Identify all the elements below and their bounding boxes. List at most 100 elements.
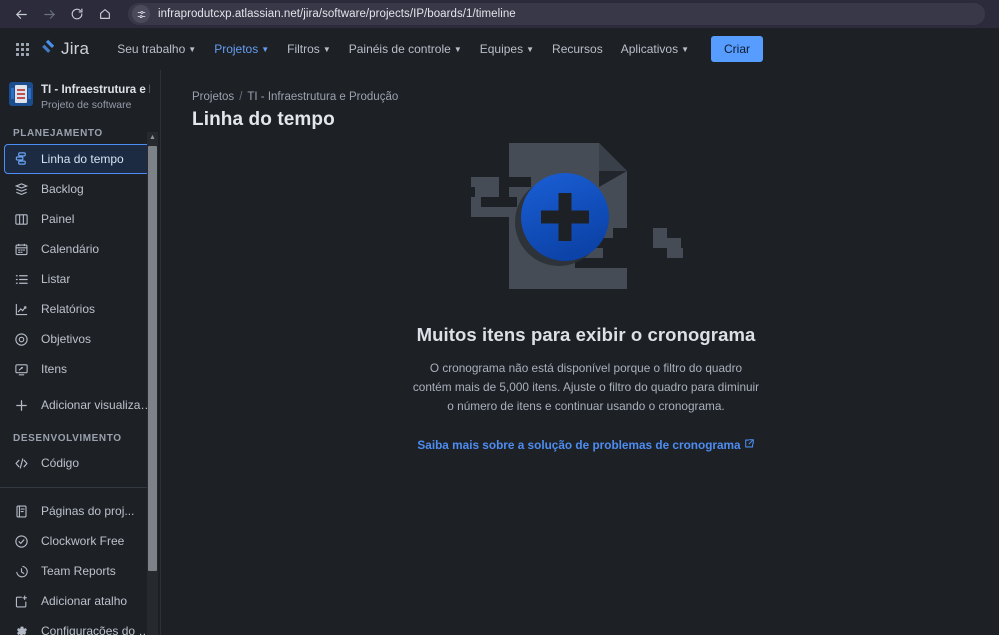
sidebar-item-calendario[interactable]: Calendário (4, 235, 154, 264)
empty-state-description: O cronograma não está disponível porque … (412, 361, 760, 414)
nav-label: Seu trabalho (117, 42, 186, 56)
chevron-down-icon: ▼ (322, 45, 331, 54)
board-columns-icon (13, 211, 29, 227)
address-bar[interactable]: infraprodutcxp.atlassian.net/jira/softwa… (128, 3, 985, 25)
add-shortcut-icon (13, 593, 29, 609)
app-grid-icon[interactable] (10, 37, 34, 61)
sidebar-item-label: Adicionar atalho (41, 594, 128, 609)
gear-icon (13, 623, 29, 635)
target-icon (13, 331, 29, 347)
nav-label: Recursos (552, 42, 603, 56)
browser-toolbar: infraprodutcxp.atlassian.net/jira/softwa… (0, 0, 999, 28)
sidebar-item-configuracoes-do-projeto[interactable]: Configurações do p... (4, 617, 154, 635)
jira-mark-icon (40, 38, 57, 60)
team-reports-icon (13, 563, 29, 579)
site-settings-icon[interactable] (132, 5, 150, 23)
list-icon (13, 271, 29, 287)
sidebar-item-label: Itens (41, 362, 68, 377)
chevron-down-icon: ▼ (453, 45, 462, 54)
jira-global-nav: Jira Seu trabalho ▼ Projetos ▼ Filtros ▼… (0, 28, 999, 70)
global-nav-items: Seu trabalho ▼ Projetos ▼ Filtros ▼ Pain… (109, 36, 697, 62)
nav-seu-trabalho[interactable]: Seu trabalho ▼ (109, 36, 204, 62)
main-content: Projetos / TI - Infraestrutura e Produçã… (161, 70, 999, 635)
sidebar-item-label: Clockwork Free (41, 534, 125, 549)
sidebar-item-label: Páginas do proj... (41, 504, 135, 519)
nav-label: Projetos (214, 42, 259, 56)
empty-state-learn-more-link[interactable]: Saiba mais sobre a solução de problemas … (417, 438, 754, 452)
calendar-icon (13, 241, 29, 257)
empty-state: Muitos itens para exibir o cronograma O … (161, 70, 999, 635)
nav-paineis-de-controle[interactable]: Painéis de controle ▼ (341, 36, 470, 62)
nav-label: Aplicativos (620, 42, 679, 56)
timeline-icon (13, 151, 29, 167)
create-button[interactable]: Criar (711, 36, 763, 62)
nav-label: Equipes (479, 42, 524, 56)
external-link-icon (744, 438, 755, 452)
sidebar-item-clockwork-free[interactable]: Clockwork Free (4, 527, 154, 556)
project-sidebar: TI - Infraestrutura e Pro... Projeto de … (0, 70, 161, 635)
sidebar-item-adicionar-visualizacao[interactable]: Adicionar visualização (4, 391, 154, 420)
sidebar-item-backlog[interactable]: Backlog (4, 175, 154, 204)
sidebar-item-adicionar-atalho[interactable]: Adicionar atalho (4, 587, 154, 616)
sidebar-item-label: Team Reports (41, 564, 116, 579)
back-arrow-icon (14, 7, 29, 22)
nav-recursos[interactable]: Recursos (544, 36, 611, 62)
plus-icon (13, 397, 29, 413)
address-bar-url: infraprodutcxp.atlassian.net/jira/softwa… (158, 8, 516, 20)
chevron-down-icon: ▼ (261, 45, 270, 54)
sidebar-item-objetivos[interactable]: Objetivos (4, 325, 154, 354)
project-type: Projeto de software (41, 99, 132, 112)
nav-aplicativos[interactable]: Aplicativos ▼ (613, 36, 697, 62)
chevron-down-icon: ▼ (188, 45, 197, 54)
sidebar-item-paginas-do-projeto[interactable]: Páginas do proj... (4, 497, 154, 526)
home-button[interactable] (92, 1, 118, 27)
code-brackets-icon (13, 455, 29, 471)
project-name: TI - Infraestrutura e Pro... (41, 84, 150, 96)
back-button[interactable] (8, 1, 34, 27)
breadcrumb-projetos[interactable]: Projetos (192, 91, 234, 103)
sidebar-item-label: Calendário (41, 242, 100, 257)
document-plus-illustration (471, 136, 701, 296)
sidebar-divider (0, 486, 150, 488)
sidebar-item-label: Código (41, 456, 80, 471)
scrollbar-thumb[interactable] (148, 146, 157, 571)
sidebar-item-label: Painel (41, 212, 75, 227)
section-label-development: DESENVOLVIMENTO (13, 432, 122, 444)
project-avatar-icon (9, 82, 33, 106)
jira-logo[interactable]: Jira (40, 38, 89, 60)
page-title: Linha do tempo (192, 109, 335, 130)
empty-state-title: Muitos itens para exibir o cronograma (416, 324, 756, 345)
project-header[interactable]: TI - Infraestrutura e Pro... Projeto de … (0, 70, 160, 122)
chevron-up-icon[interactable]: ▲ (147, 132, 158, 143)
nav-filtros[interactable]: Filtros ▼ (279, 36, 339, 62)
nav-label: Filtros (287, 42, 320, 56)
sidebar-item-listar[interactable]: Listar (4, 265, 154, 294)
nav-equipes[interactable]: Equipes ▼ (472, 36, 542, 62)
jira-logo-text: Jira (61, 39, 90, 58)
sidebar-item-label: Objetivos (41, 332, 92, 347)
items-screen-icon (13, 361, 29, 377)
sidebar-item-label: Configurações do p... (41, 624, 154, 635)
sidebar-item-relatorios[interactable]: Relatórios (4, 295, 154, 324)
reload-icon (70, 7, 84, 21)
sidebar-item-codigo[interactable]: Código (4, 449, 154, 478)
sidebar-item-label: Listar (41, 272, 71, 287)
reload-button[interactable] (64, 1, 90, 27)
sidebar-item-painel[interactable]: Painel (4, 205, 154, 234)
sidebar-item-label: Backlog (41, 182, 84, 197)
sidebar-item-label: Linha do tempo (41, 151, 124, 166)
chevron-down-icon: ▼ (681, 45, 689, 54)
breadcrumb-current-project[interactable]: TI - Infraestrutura e Produção (247, 91, 398, 103)
sidebar-item-itens[interactable]: Itens (4, 355, 154, 384)
home-icon (98, 7, 112, 21)
breadcrumb: Projetos / TI - Infraestrutura e Produçã… (161, 70, 999, 103)
nav-projetos[interactable]: Projetos ▼ (206, 36, 277, 62)
sidebar-item-linha-do-tempo[interactable]: Linha do tempo (4, 143, 154, 174)
breadcrumb-separator: / (239, 91, 243, 103)
sidebar-scrollbar[interactable]: ▲ ▼ (147, 132, 158, 635)
forward-button[interactable] (36, 1, 62, 27)
sidebar-item-team-reports[interactable]: Team Reports (4, 557, 154, 586)
backlog-icon (13, 181, 29, 197)
forward-arrow-icon (42, 7, 57, 22)
reports-chart-icon (13, 301, 29, 317)
